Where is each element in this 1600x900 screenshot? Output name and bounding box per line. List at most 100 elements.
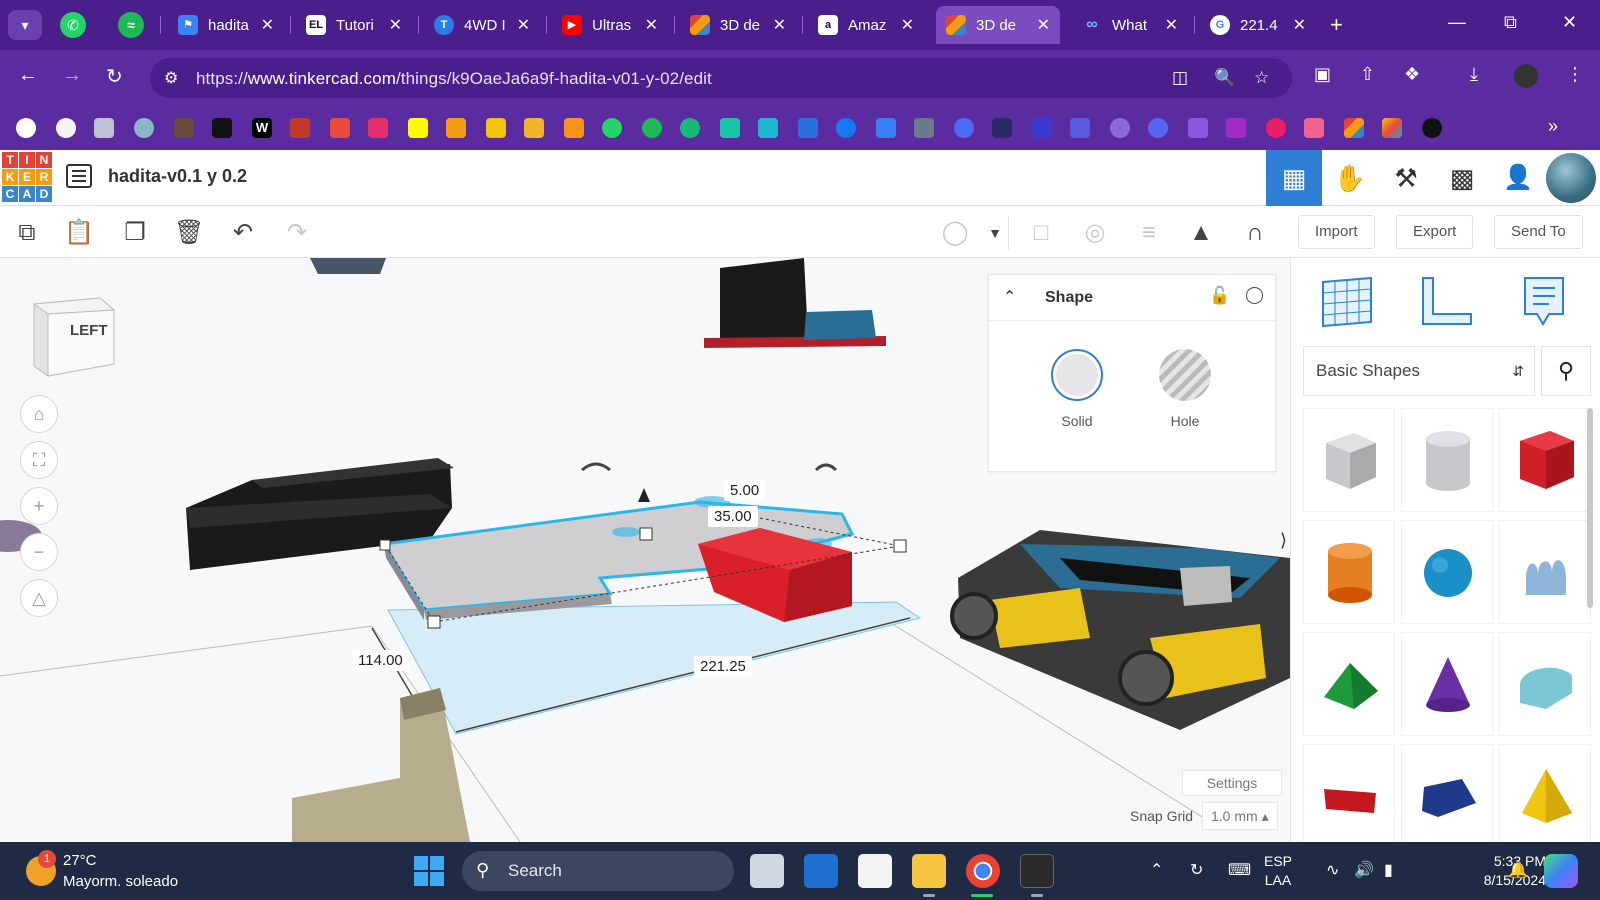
site-info-icon[interactable]: ⚙: [164, 68, 178, 88]
settings-button[interactable]: Settings: [1182, 770, 1282, 796]
forward-arrow-icon[interactable]: →: [62, 64, 82, 87]
bookmark-favicon-icon[interactable]: [446, 118, 466, 138]
close-window-icon[interactable]: ✕: [1562, 12, 1577, 33]
shape-box-hole[interactable]: [1303, 408, 1395, 512]
back-arrow-icon[interactable]: ←: [18, 64, 38, 87]
system-clock[interactable]: 5:33 PM 8/15/2024: [1446, 852, 1546, 890]
spotify-icon[interactable]: [642, 118, 662, 138]
docs-extension-icon[interactable]: ▣: [1314, 64, 1331, 85]
bookmark-favicon-icon[interactable]: [56, 118, 76, 138]
hole-swatch[interactable]: [1159, 349, 1211, 401]
close-icon[interactable]: ✕: [517, 15, 530, 35]
restore-icon[interactable]: ⧉: [1504, 12, 1517, 33]
copy-icon[interactable]: ⧉: [12, 218, 42, 248]
width-dimension-label[interactable]: 114.00: [352, 650, 409, 671]
mirror-icon[interactable]: ▲: [1186, 218, 1216, 248]
solid-color-swatch[interactable]: [1051, 349, 1103, 401]
close-icon[interactable]: ✕: [773, 15, 786, 35]
shape-cone[interactable]: [1401, 632, 1493, 736]
shape-box[interactable]: [1499, 408, 1591, 512]
share-extension-icon[interactable]: ⇧: [1360, 64, 1375, 85]
close-icon[interactable]: ✕: [645, 15, 658, 35]
download-icon[interactable]: ⤓: [1470, 64, 1478, 85]
shape-pyramid[interactable]: [1499, 744, 1591, 842]
home-view-icon[interactable]: ⌂: [20, 395, 58, 433]
bookmark-favicon-icon[interactable]: [1266, 118, 1286, 138]
app-icon[interactable]: [858, 854, 892, 888]
facebook-icon[interactable]: [836, 118, 856, 138]
battery-icon[interactable]: ▮: [1384, 860, 1393, 880]
bookmark-favicon-icon[interactable]: [290, 118, 310, 138]
cruise-magnet-icon[interactable]: ∩: [1240, 218, 1270, 248]
lock-icon[interactable]: 🔓: [1209, 286, 1230, 306]
design-list-icon[interactable]: [66, 164, 92, 188]
blocks-view-button[interactable]: ⚒: [1378, 150, 1434, 206]
install-app-icon[interactable]: ◫: [1172, 68, 1188, 88]
bookmark-favicon-icon[interactable]: [564, 118, 584, 138]
undo-icon[interactable]: ↶: [228, 218, 258, 248]
shape-sphere[interactable]: [1401, 520, 1493, 624]
new-tab-button[interactable]: +: [1330, 12, 1343, 38]
whatsapp-pinned-tab-icon[interactable]: ✆: [60, 12, 86, 38]
close-icon[interactable]: ✕: [261, 15, 274, 35]
reload-icon[interactable]: ↻: [106, 64, 123, 89]
fit-all-icon[interactable]: ⛶: [20, 441, 58, 479]
perspective-icon[interactable]: △: [20, 579, 58, 617]
address-bar[interactable]: ⚙ https://www.tinkercad.com/things/k9Oae…: [150, 58, 1292, 98]
keyboard-icon[interactable]: ⌨: [1228, 860, 1251, 880]
ungroup-icon[interactable]: ◎: [1080, 218, 1110, 248]
group-icon[interactable]: □: [1026, 218, 1056, 248]
bookmark-favicon-icon[interactable]: [212, 118, 232, 138]
tinkercad-icon[interactable]: [1344, 118, 1364, 138]
shape-cylinder[interactable]: [1303, 520, 1395, 624]
wifi-icon[interactable]: ∿: [1326, 860, 1339, 880]
zoom-out-icon[interactable]: −: [20, 533, 58, 571]
windows-start-icon[interactable]: [414, 856, 444, 886]
length-dimension-label[interactable]: 221.25: [694, 656, 752, 677]
user-avatar[interactable]: [1546, 153, 1596, 203]
ruler-icon[interactable]: [1415, 270, 1477, 332]
bookmark-favicon-icon[interactable]: [1032, 118, 1052, 138]
more-menu-icon[interactable]: ⋮: [1566, 64, 1584, 85]
duplicate-icon[interactable]: ❐: [120, 218, 150, 248]
tab-3d-design-active[interactable]: 3D de ✕: [936, 6, 1060, 44]
instagram-icon[interactable]: [368, 118, 388, 138]
bookmark-favicon-icon[interactable]: [1070, 118, 1090, 138]
bookmark-favicon-icon[interactable]: [876, 118, 896, 138]
hide-lightbulb-icon[interactable]: ◯: [1245, 285, 1264, 305]
shape-category-select[interactable]: Basic Shapes ⇵: [1303, 346, 1535, 396]
url-text[interactable]: https://www.tinkercad.com/things/k9OaeJa…: [196, 69, 712, 89]
elevation-dimension-label[interactable]: 35.00: [708, 506, 758, 527]
add-user-icon[interactable]: 👤: [1490, 150, 1546, 206]
bookmark-favicon-icon[interactable]: [1382, 118, 1402, 138]
app-icon[interactable]: [804, 854, 838, 888]
workplane-grid-icon[interactable]: [1317, 270, 1379, 332]
close-icon[interactable]: ✕: [1293, 15, 1306, 35]
chrome-icon[interactable]: [966, 854, 1000, 888]
zoom-in-icon[interactable]: +: [20, 487, 58, 525]
file-explorer-icon[interactable]: [912, 854, 946, 888]
close-icon[interactable]: ✕: [1037, 15, 1050, 35]
minimize-icon[interactable]: —: [1448, 12, 1466, 33]
discord-icon[interactable]: [1148, 118, 1168, 138]
bookmark-favicon-icon[interactable]: [174, 118, 194, 138]
3d-design-view-button[interactable]: ▦: [1266, 150, 1322, 206]
sim-lab-button[interactable]: ✋: [1322, 150, 1378, 206]
task-view-icon[interactable]: [750, 854, 784, 888]
close-icon[interactable]: ✕: [901, 15, 914, 35]
export-button[interactable]: Export: [1396, 215, 1474, 249]
shape-roof[interactable]: [1303, 632, 1395, 736]
notification-bell-icon[interactable]: 🔔: [1508, 860, 1528, 880]
chevron-up-icon[interactable]: ⌃: [1150, 860, 1163, 880]
design-title[interactable]: hadita-v0.1 y 0.2: [108, 166, 247, 187]
bookmark-favicon-icon[interactable]: [486, 118, 506, 138]
bookmark-favicon-icon[interactable]: [680, 118, 700, 138]
wikipedia-icon[interactable]: W: [252, 118, 272, 138]
tab-3d-design-1[interactable]: 3D de ✕: [680, 6, 796, 44]
bookmark-favicon-icon[interactable]: [94, 118, 114, 138]
spotify-pinned-tab-icon[interactable]: ≈: [118, 12, 144, 38]
sync-icon[interactable]: ↻: [1190, 860, 1203, 880]
tab-search-button[interactable]: ▾: [8, 10, 42, 40]
notes-icon[interactable]: [1513, 270, 1575, 332]
shapes-scrollbar[interactable]: [1587, 408, 1593, 608]
